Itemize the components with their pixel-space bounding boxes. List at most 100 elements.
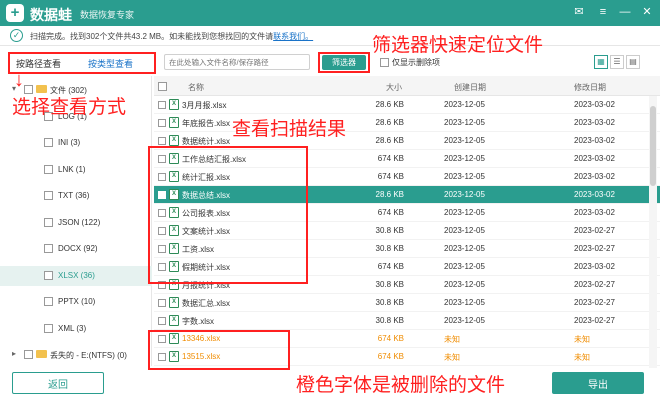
search-input[interactable] (164, 54, 310, 70)
sidebar-item[interactable]: XML (3) (0, 319, 152, 339)
show-deleted-checkbox[interactable] (380, 58, 389, 67)
folder-icon (36, 350, 47, 358)
header-modified[interactable]: 修改日期 (574, 82, 606, 93)
file-created-date: 2023-12-05 (444, 298, 485, 307)
file-modified-date: 2023-02-27 (574, 244, 615, 253)
sidebar-checkbox[interactable] (44, 323, 53, 333)
row-checkbox[interactable] (158, 299, 166, 307)
sidebar-checkbox[interactable] (44, 297, 53, 306)
sidebar-item-label: TXT (36) (58, 191, 90, 200)
header-created[interactable]: 创建日期 (454, 82, 486, 93)
check-circle-icon: ✓ (10, 29, 23, 42)
sidebar-checkbox[interactable] (44, 164, 53, 174)
sidebar-item-label: PPTX (10) (58, 297, 96, 306)
app-name: 数据蛙 (30, 7, 72, 23)
feedback-icon[interactable]: ✉ (572, 6, 586, 19)
detail-view-icon[interactable]: ▤ (626, 55, 640, 69)
file-size: 30.8 KB (375, 280, 404, 289)
file-size: 674 KB (377, 262, 404, 271)
sidebar-item[interactable]: DOCX (92) (0, 239, 152, 259)
xlsx-file-icon: X (169, 297, 179, 308)
file-modified-date: 2023-03-02 (574, 262, 615, 271)
annotation-box-deleted (148, 330, 290, 370)
sidebar-item-label: DOCX (92) (58, 244, 98, 253)
menu-icon[interactable]: ≡ (596, 6, 610, 19)
sidebar-item[interactable]: XLSX (36) (0, 265, 152, 286)
sidebar-checkbox[interactable] (44, 191, 53, 200)
scan-status-bar: ✓ 扫描完成。找到302个文件共43.2 MB。如未能找到您想找回的文件请联系我… (0, 26, 660, 46)
xlsx-file-icon: X (169, 117, 179, 128)
xlsx-file-icon: X (169, 99, 179, 110)
file-type-tree: ▾ 文件 (302) LOG (1) INI (3) LNK (1) TXT (36) JS… (0, 76, 152, 366)
annotation-filter: 筛选器快速定位文件 (372, 35, 544, 56)
header-size[interactable]: 大小 (386, 82, 402, 93)
minimize-icon[interactable]: — (618, 6, 632, 19)
close-icon[interactable]: ✕ (640, 6, 654, 19)
list-view-icon[interactable]: ☰ (610, 55, 624, 69)
contact-us-link[interactable]: 联系我们。 (273, 32, 313, 41)
file-created-date: 2023-12-05 (444, 262, 485, 271)
annotation-box-view-mode (8, 52, 156, 74)
export-button[interactable]: 导出 (552, 372, 644, 394)
file-modified-date: 未知 (574, 335, 590, 344)
sidebar-item[interactable]: ▸ 丢失的 - E:(NTFS) (0) (0, 345, 152, 365)
sidebar-item-label: 丢失的 - E:(NTFS) (0) (50, 351, 127, 360)
grid-view-icon[interactable]: ▦ (594, 55, 608, 69)
file-modified-date: 2023-03-02 (574, 136, 615, 145)
row-checkbox[interactable] (158, 101, 166, 109)
table-scrollbar[interactable] (649, 96, 657, 368)
sidebar-item[interactable]: JSON (122) (0, 213, 152, 233)
scrollbar-thumb[interactable] (650, 106, 656, 186)
table-row[interactable]: X 3月月报.xlsx 28.6 KB 2023-12-05 2023-03-02 (154, 96, 660, 114)
file-modified-date: 2023-03-02 (574, 172, 615, 181)
file-size: 28.6 KB (375, 190, 404, 199)
annotation-deleted: 橙色字体是被删除的文件 (296, 375, 506, 396)
table-row[interactable]: X 年底报告.xlsx 28.6 KB 2023-12-05 2023-03-02 (154, 114, 660, 132)
sidebar-checkbox[interactable] (24, 350, 33, 359)
file-created-date: 2023-12-05 (444, 316, 485, 325)
annotation-box-filter (318, 52, 370, 73)
file-modified-date: 2023-02-27 (574, 226, 615, 235)
sidebar-item[interactable]: PPTX (10) (0, 292, 152, 312)
sidebar-item[interactable]: INI (3) (0, 133, 152, 153)
file-created-date: 2023-12-05 (444, 244, 485, 253)
sidebar-checkbox[interactable] (44, 244, 53, 253)
annotation-scan-result: 查看扫描结果 (232, 119, 347, 140)
back-button[interactable]: 返回 (12, 372, 104, 394)
sidebar-checkbox[interactable] (44, 270, 53, 280)
sidebar-checkbox[interactable] (44, 138, 53, 147)
xlsx-file-icon: X (169, 315, 179, 326)
header-name[interactable]: 名称 (188, 82, 204, 93)
file-name: 年底报告.xlsx (182, 119, 230, 128)
expand-arrow-icon[interactable]: ▸ (12, 349, 16, 358)
file-modified-date: 未知 (574, 353, 590, 362)
row-checkbox[interactable] (158, 137, 166, 145)
file-created-date: 2023-12-05 (444, 154, 485, 163)
table-row[interactable]: X 数据汇总.xlsx 30.8 KB 2023-12-05 2023-02-27 (154, 294, 660, 312)
select-all-checkbox[interactable] (158, 82, 167, 91)
file-modified-date: 2023-02-27 (574, 316, 615, 325)
sidebar-item-label: XLSX (36) (58, 270, 95, 280)
sidebar-item-label: XML (3) (58, 323, 87, 333)
file-size: 30.8 KB (375, 244, 404, 253)
file-name: 3月月报.xlsx (182, 101, 227, 110)
file-size: 674 KB (377, 334, 404, 343)
annotation-view-mode: 选择查看方式 (12, 97, 127, 118)
file-modified-date: 2023-03-02 (574, 208, 615, 217)
row-checkbox[interactable] (158, 317, 166, 325)
sidebar-item-label: LNK (1) (58, 164, 86, 174)
file-size: 28.6 KB (375, 100, 404, 109)
sidebar-item[interactable]: TXT (36) (0, 186, 152, 206)
sidebar-item[interactable]: LNK (1) (0, 160, 152, 180)
row-checkbox[interactable] (158, 119, 166, 127)
file-modified-date: 2023-03-02 (574, 100, 615, 109)
sidebar-checkbox[interactable] (44, 217, 53, 227)
file-size: 28.6 KB (375, 118, 404, 127)
file-created-date: 2023-12-05 (444, 172, 485, 181)
table-header: 名称 大小 创建日期 修改日期 (154, 76, 660, 96)
table-row[interactable]: X 字数.xlsx 30.8 KB 2023-12-05 2023-02-27 (154, 312, 660, 330)
scan-status-text: 扫描完成。找到302个文件共43.2 MB。如未能找到您想找回的文件请联系我们。 (30, 31, 313, 42)
file-size: 674 KB (377, 172, 404, 181)
file-created-date: 未知 (444, 353, 460, 362)
file-modified-date: 2023-03-02 (574, 154, 615, 163)
